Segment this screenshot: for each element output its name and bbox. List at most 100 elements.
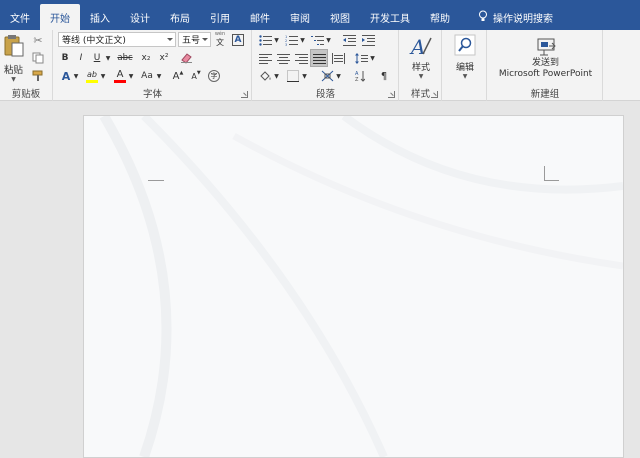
numbering-dropdown-arrow[interactable]: ▼ xyxy=(299,32,306,48)
strikethrough-button[interactable]: abc xyxy=(115,50,135,66)
sort-button[interactable]: AZ xyxy=(353,68,367,84)
justify-button[interactable] xyxy=(310,49,328,67)
tab-review[interactable]: 审阅 xyxy=(280,4,320,30)
highlight-button[interactable]: ab xyxy=(84,68,100,84)
enclose-characters-icon: 字 xyxy=(208,70,220,82)
tab-design[interactable]: 设计 xyxy=(120,4,160,30)
svg-text:A: A xyxy=(409,35,425,58)
svg-text:Z: Z xyxy=(355,77,359,82)
tab-file[interactable]: 文件 xyxy=(0,4,40,30)
grow-font-arrow-icon: ▲ xyxy=(179,70,184,76)
decrease-indent-button[interactable] xyxy=(341,32,357,48)
tab-view[interactable]: 视图 xyxy=(320,4,360,30)
italic-button[interactable]: I xyxy=(74,50,88,66)
send-to-powerpoint-button[interactable]: 发送到 Microsoft PowerPoint xyxy=(492,32,599,84)
increase-indent-icon xyxy=(361,34,375,46)
subscript-button[interactable]: x₂ xyxy=(138,50,154,66)
asian-layout-dropdown-arrow[interactable]: ▼ xyxy=(335,68,342,84)
styles-icon: A xyxy=(409,35,432,58)
tab-help[interactable]: 帮助 xyxy=(420,4,460,30)
font-name-combo[interactable]: 等线 (中文正文) xyxy=(58,32,176,47)
send-to-powerpoint-line1: 发送到 xyxy=(531,57,559,68)
editing-button[interactable]: 编辑 ▼ xyxy=(447,32,483,82)
editing-dropdown-arrow[interactable]: ▼ xyxy=(463,73,468,80)
tab-layout[interactable]: 布局 xyxy=(160,4,200,30)
paste-dropdown-arrow[interactable]: ▼ xyxy=(11,76,16,83)
grow-font-letter: A xyxy=(172,70,180,82)
copy-button[interactable] xyxy=(30,50,46,66)
editing-group: 编辑 ▼ xyxy=(443,30,487,101)
font-color-button[interactable]: A xyxy=(112,68,128,84)
tell-me-label: 操作说明搜索 xyxy=(493,13,553,25)
superscript-button[interactable]: x² xyxy=(156,50,172,66)
borders-dropdown-arrow[interactable]: ▼ xyxy=(301,68,308,84)
document-page[interactable] xyxy=(83,115,624,458)
show-hide-marks-button[interactable]: ¶ xyxy=(377,68,391,84)
shading-dropdown-arrow[interactable]: ▼ xyxy=(273,68,280,84)
lightbulb-icon xyxy=(478,10,488,25)
grow-font-button[interactable]: A ▲ xyxy=(170,68,186,84)
editing-button-label: 编辑 xyxy=(455,63,474,73)
eraser-icon xyxy=(180,53,192,64)
paste-button[interactable]: 粘贴 ▼ xyxy=(0,32,27,84)
align-right-button[interactable] xyxy=(293,50,309,66)
pilcrow-icon: ¶ xyxy=(380,70,388,82)
new-group: 发送到 Microsoft PowerPoint 新建组 xyxy=(488,30,603,101)
font-dialog-launcher[interactable] xyxy=(241,91,248,98)
top-right-margin-mark xyxy=(544,166,559,181)
scissors-icon: ✂ xyxy=(33,33,43,47)
multilevel-list-dropdown-arrow[interactable]: ▼ xyxy=(325,32,332,48)
shrink-font-button[interactable]: A ▼ xyxy=(188,68,204,84)
styles-dropdown-arrow[interactable]: ▼ xyxy=(419,73,424,80)
highlight-dropdown-arrow[interactable]: ▼ xyxy=(99,68,107,84)
tab-references[interactable]: 引用 xyxy=(200,4,240,30)
align-center-button[interactable] xyxy=(275,50,291,66)
clipboard-group-label: 剪贴板 xyxy=(11,89,41,100)
cut-button[interactable]: ✂ xyxy=(30,32,46,48)
change-case-dropdown-arrow[interactable]: ▼ xyxy=(155,68,163,84)
tab-mailings[interactable]: 邮件 xyxy=(240,4,280,30)
tab-insert[interactable]: 插入 xyxy=(80,4,120,30)
bullets-dropdown-arrow[interactable]: ▼ xyxy=(273,32,280,48)
bold-button[interactable]: B xyxy=(58,50,72,66)
send-to-powerpoint-icon xyxy=(537,38,556,55)
underline-button[interactable]: U xyxy=(90,50,104,66)
shading-button[interactable] xyxy=(257,68,273,84)
font-size-value: 五号 xyxy=(182,36,201,46)
distributed-button[interactable] xyxy=(330,50,346,66)
font-size-combo[interactable]: 五号 xyxy=(178,32,211,47)
change-case-button[interactable]: Aa xyxy=(138,68,156,84)
phonetic-guide-icon: wén 文 xyxy=(213,31,227,47)
paragraph-group: ▼ 123 ▼ ▼ ▼ ▼ ▼ ▼ A Z ¶ 段落 xyxy=(253,30,399,101)
font-group: 等线 (中文正文) 五号 wén 文 A B I U ▼ abc x₂ x² A… xyxy=(54,30,252,101)
tab-home[interactable]: 开始 xyxy=(40,4,80,30)
justify-icon xyxy=(312,53,326,64)
format-painter-icon xyxy=(32,70,43,81)
clear-formatting-button[interactable] xyxy=(178,50,194,66)
line-spacing-dropdown-arrow[interactable]: ▼ xyxy=(369,50,376,66)
styles-dialog-launcher[interactable] xyxy=(431,91,438,98)
copy-icon xyxy=(32,52,44,64)
tell-me-search[interactable]: 操作说明搜索 xyxy=(468,4,563,30)
underline-dropdown-arrow[interactable]: ▼ xyxy=(104,50,112,66)
font-name-dropdown-arrow[interactable] xyxy=(167,38,173,41)
font-size-dropdown-arrow[interactable] xyxy=(202,38,208,41)
phonetic-guide-button[interactable]: wén 文 xyxy=(212,31,228,48)
shrink-font-arrow-icon: ▼ xyxy=(196,70,201,76)
bullets-button[interactable] xyxy=(257,32,273,48)
styles-button[interactable]: A 样式 ▼ xyxy=(403,32,439,82)
format-painter-button[interactable] xyxy=(30,68,46,84)
font-color-dropdown-arrow[interactable]: ▼ xyxy=(127,68,135,84)
character-border-button[interactable]: A xyxy=(230,32,246,48)
numbering-button[interactable]: 123 xyxy=(283,32,299,48)
borders-button[interactable] xyxy=(285,68,301,84)
align-left-button[interactable] xyxy=(257,50,273,66)
line-spacing-button[interactable] xyxy=(353,50,369,66)
enclose-characters-button[interactable]: 字 xyxy=(206,68,222,84)
text-effects-dropdown-arrow[interactable]: ▼ xyxy=(72,68,80,84)
paragraph-dialog-launcher[interactable] xyxy=(388,91,395,98)
multilevel-list-button[interactable] xyxy=(309,32,325,48)
asian-layout-button[interactable] xyxy=(319,68,335,84)
increase-indent-button[interactable] xyxy=(360,32,376,48)
tab-developer[interactable]: 开发工具 xyxy=(360,4,420,30)
